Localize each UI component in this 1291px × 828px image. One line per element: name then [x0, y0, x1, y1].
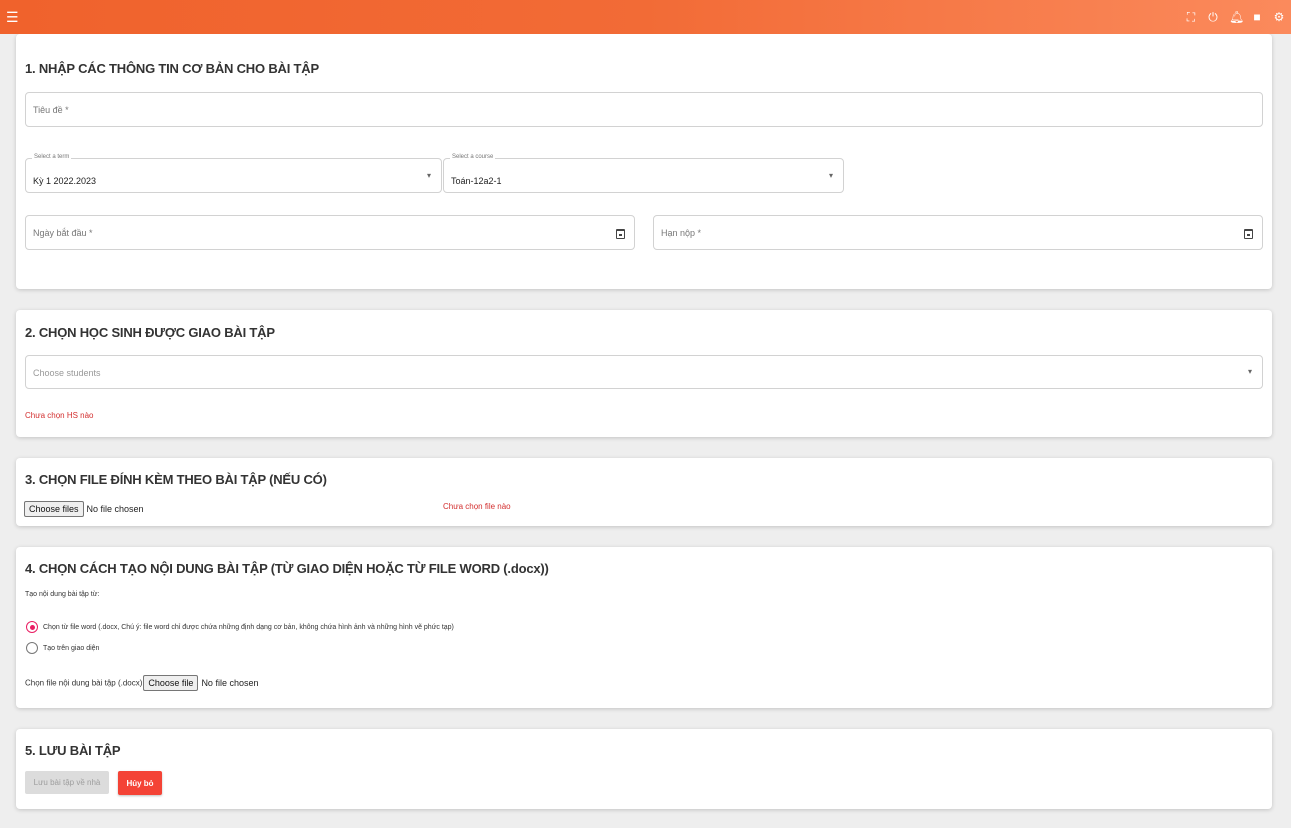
chevron-down-icon: ▾ [1247, 367, 1252, 376]
save-card: 5. LƯU BÀI TẬP Lưu bài tập về nhà Hủy bỏ [16, 729, 1272, 809]
option-ui-row[interactable]: Tạo trên giao diện [26, 642, 99, 654]
students-warning: Chưa chọn HS nào [25, 411, 94, 420]
top-bar-actions: ⛶ ⏻ 🔔︎ ■ ⚙ [1185, 11, 1285, 23]
option-word-row[interactable]: Chọn từ file word (.docx, Chú ý: file wo… [26, 621, 454, 633]
attachment-warning: Chưa chọn file nào [443, 502, 511, 511]
section-title: 4. CHỌN CÁCH TẠO NỘI DUNG BÀI TẬP (TỪ GI… [25, 561, 549, 576]
section-title: 3. CHỌN FILE ĐÍNH KÈM THEO BÀI TẬP (NẾU … [25, 472, 327, 487]
course-select-value: Toán-12a2-1 [451, 176, 502, 186]
students-select[interactable]: Choose students ▾ [25, 355, 1263, 389]
chevron-down-icon: ▾ [828, 171, 833, 180]
choose-files-button[interactable]: Choose files [24, 500, 84, 517]
option-ui-label: Tạo trên giao diện [43, 644, 100, 652]
save-homework-button[interactable]: Lưu bài tập về nhà [25, 771, 109, 794]
content-method-card: 4. CHỌN CÁCH TẠO NỘI DUNG BÀI TẬP (TỪ GI… [16, 547, 1272, 708]
power-icon[interactable]: ⏻ [1207, 11, 1219, 23]
section-title: 5. LƯU BÀI TẬP [25, 743, 121, 758]
attachment-card: 3. CHỌN FILE ĐÍNH KÈM THEO BÀI TẬP (NẾU … [16, 458, 1272, 526]
section-title: 2. CHỌN HỌC SINH ĐƯỢC GIAO BÀI TẬP [25, 325, 275, 340]
content-file-input: Chọn file nội dung bài tập (.docx) Choose… [25, 674, 258, 692]
chat-icon[interactable]: ■ [1251, 11, 1263, 23]
due-date-placeholder: Hạn nộp * [661, 228, 702, 238]
title-field[interactable]: Tiêu đề * [25, 92, 1263, 127]
term-select[interactable]: Select a term Kỳ 1 2022.2023 ▾ [25, 154, 442, 193]
course-select[interactable]: Select a course Toán-12a2-1 ▾ [443, 154, 844, 193]
attachment-file-input: Choose files No file chosen [24, 500, 144, 518]
radio-word[interactable] [26, 621, 38, 633]
gear-icon[interactable]: ⚙ [1273, 11, 1285, 23]
due-date-field[interactable]: Hạn nộp * [653, 215, 1263, 250]
calendar-icon[interactable] [616, 229, 625, 239]
option-word-label: Chọn từ file word (.docx, Chú ý: file wo… [43, 623, 454, 631]
radio-ui[interactable] [26, 642, 38, 654]
content-file-label: Chọn file nội dung bài tập (.docx) [25, 678, 143, 688]
calendar-icon[interactable] [1244, 229, 1253, 239]
students-card: 2. CHỌN HỌC SINH ĐƯỢC GIAO BÀI TẬP Choos… [16, 310, 1272, 437]
file-status: No file chosen [86, 503, 144, 514]
start-date-placeholder: Ngày bắt đầu * [33, 228, 93, 238]
cancel-button[interactable]: Hủy bỏ [118, 771, 162, 795]
start-date-field[interactable]: Ngày bắt đầu * [25, 215, 635, 250]
top-app-bar: ☰ ⛶ ⏻ 🔔︎ ■ ⚙ [0, 0, 1291, 34]
menu-icon[interactable]: ☰ [6, 10, 19, 24]
content-source-label: Tạo nội dung bài tập từ: [25, 591, 100, 598]
chevron-down-icon: ▾ [426, 171, 431, 180]
basic-info-card: 1. NHẬP CÁC THÔNG TIN CƠ BẢN CHO BÀI TẬP… [16, 34, 1272, 289]
section-title: 1. NHẬP CÁC THÔNG TIN CƠ BẢN CHO BÀI TẬP [25, 61, 319, 76]
bell-icon[interactable]: 🔔︎ [1229, 11, 1244, 23]
fullscreen-icon[interactable]: ⛶ [1185, 11, 1197, 23]
term-select-value: Kỳ 1 2022.2023 [33, 176, 97, 186]
term-select-label: Select a term [32, 154, 72, 160]
students-placeholder: Choose students [33, 368, 101, 378]
content-file-status: No file chosen [201, 677, 259, 688]
course-select-label: Select a course [450, 154, 496, 160]
choose-file-button[interactable]: Choose file [143, 674, 199, 691]
title-field-placeholder: Tiêu đề * [33, 105, 69, 115]
